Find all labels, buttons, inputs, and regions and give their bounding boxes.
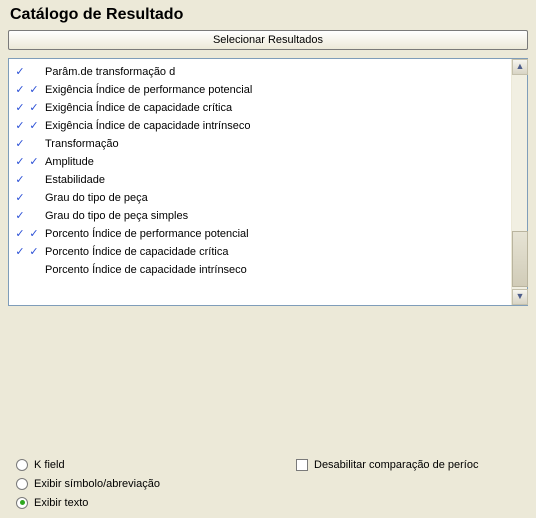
list-item-label: Grau do tipo de peça <box>41 189 511 207</box>
radio-icon <box>16 478 28 490</box>
list-item-label: Porcento Índice de capacidade crítica <box>41 243 511 261</box>
list-item-label: Exigência Índice de performance potencia… <box>41 81 511 99</box>
list-item-label: Porcento Índice de performance potencial <box>41 225 511 243</box>
check-icon: ✓ <box>27 81 41 99</box>
list-item[interactable]: ✓ Grau do tipo de peça simples <box>9 207 511 225</box>
check-icon: ✓ <box>13 171 27 189</box>
list-item[interactable]: ✓ Parâm.de transformação d <box>9 63 511 81</box>
list-item[interactable]: ✓✓Exigência Índice de capacidade crítica <box>9 99 511 117</box>
check-icon: ✓ <box>27 117 41 135</box>
list-item-label: Transformação <box>41 135 511 153</box>
check-icon: ✓ <box>13 99 27 117</box>
results-list: ✓Parâm.de transformação d✓✓Exigência Índ… <box>8 58 528 306</box>
check-icon: ✓ <box>13 189 27 207</box>
list-item-label: Exigência Índice de capacidade crítica <box>41 99 511 117</box>
scrollbar[interactable]: ▲ ▼ <box>511 59 527 305</box>
check-icon: ✓ <box>13 243 27 261</box>
check-icon: ✓ <box>27 225 41 243</box>
list-item-label: Porcento Índice de capacidade intrínseco <box>41 261 511 279</box>
check-icon: ✓ <box>13 135 27 153</box>
list-item-label: Estabilidade <box>41 171 511 189</box>
check-icon: ✓ <box>27 99 41 117</box>
check-icon: ✓ <box>13 207 27 225</box>
page-title: Catálogo de Resultado <box>10 6 528 24</box>
check-icon: ✓ <box>13 153 27 171</box>
list-item-label: Amplitude <box>41 153 511 171</box>
list-item[interactable]: ✓ Transformação <box>9 135 511 153</box>
list-item[interactable]: ✓✓Exigência Índice de capacidade intríns… <box>9 117 511 135</box>
radio-label: K field <box>34 459 65 471</box>
checkbox-icon <box>296 459 308 471</box>
list-item-label: Grau do tipo de peça simples <box>41 207 511 225</box>
list-item[interactable]: ✓ Grau do tipo de peça <box>9 189 511 207</box>
results-list-viewport[interactable]: ✓Parâm.de transformação d✓✓Exigência Índ… <box>9 59 511 305</box>
check-icon: ✓ <box>27 243 41 261</box>
check-icon: ✓ <box>13 225 27 243</box>
list-item[interactable]: ✓ Estabilidade <box>9 171 511 189</box>
radio-k-field[interactable]: K field <box>16 455 296 474</box>
list-item-label: Parâm.de transformação d <box>41 63 511 81</box>
radio-icon <box>16 497 28 509</box>
disable-period-compare-checkbox[interactable]: Desabilitar comparação de períoc <box>296 455 478 474</box>
radio-show-symbol[interactable]: Exibir símbolo/abreviação <box>16 474 296 493</box>
check-icon: ✓ <box>13 81 27 99</box>
scroll-down-icon[interactable]: ▼ <box>512 289 528 305</box>
check-icon: ✓ <box>27 153 41 171</box>
list-item[interactable]: ✓✓Amplitude <box>9 153 511 171</box>
radio-label: Exibir texto <box>34 497 88 509</box>
scroll-up-icon[interactable]: ▲ <box>512 59 528 75</box>
checkbox-label: Desabilitar comparação de períoc <box>314 459 478 471</box>
check-icon: ✓ <box>13 63 27 81</box>
list-item-label: Exigência Índice de capacidade intrínsec… <box>41 117 511 135</box>
radio-icon <box>16 459 28 471</box>
select-results-button[interactable]: Selecionar Resultados <box>8 30 528 50</box>
radio-show-text[interactable]: Exibir texto <box>16 493 296 512</box>
list-item[interactable]: ✓✓Exigência Índice de performance potenc… <box>9 81 511 99</box>
list-item[interactable]: Porcento Índice de capacidade intrínseco <box>9 261 511 279</box>
list-item[interactable]: ✓✓Porcento Índice de capacidade crítica <box>9 243 511 261</box>
check-icon: ✓ <box>13 117 27 135</box>
radio-label: Exibir símbolo/abreviação <box>34 478 160 490</box>
list-item[interactable]: ✓✓Porcento Índice de performance potenci… <box>9 225 511 243</box>
scroll-thumb[interactable] <box>512 231 528 287</box>
